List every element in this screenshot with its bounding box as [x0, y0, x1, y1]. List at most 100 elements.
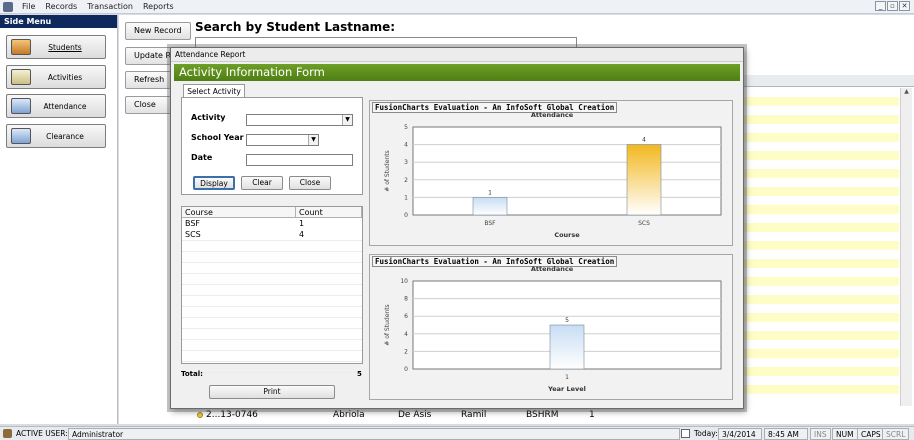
row-firstname: De Asis: [398, 410, 432, 420]
row-middle: Ramil: [461, 410, 487, 420]
row-course: BSHRM: [526, 410, 559, 420]
dialog-caption: Attendance Report: [171, 48, 743, 62]
data-label: 5: [565, 317, 569, 324]
table-cell-count: 1: [299, 219, 305, 228]
scrl-indicator: SCRL: [882, 428, 910, 440]
restore-button[interactable]: ▫: [887, 1, 898, 11]
y-tick-label: 0: [404, 366, 408, 373]
grid-row-stripe: [744, 97, 899, 106]
activity-label: Activity: [191, 113, 226, 122]
window-controls: _ ▫ ✕: [875, 1, 910, 11]
chart-title: Attendance: [530, 111, 574, 119]
table-row-line: [182, 350, 362, 351]
grid-scrollbar[interactable]: ▲: [900, 88, 912, 406]
form-title: Activity Information Form: [174, 64, 740, 81]
attendance-icon: [11, 98, 31, 114]
grid-row-stripe: [744, 151, 899, 160]
x-axis-label: Course: [554, 231, 580, 239]
clearance-icon: [11, 128, 31, 144]
menu-bar: File Records Transaction Reports _ ▫ ✕: [0, 0, 914, 14]
caps-indicator: CAPS: [857, 428, 885, 440]
sidebar-item-label: Attendance: [43, 101, 87, 111]
new-record-button[interactable]: New Record: [125, 22, 191, 40]
grid-row-stripe: [744, 331, 899, 340]
menu-file[interactable]: File: [17, 2, 40, 11]
calendar-icon: [681, 429, 690, 438]
clear-button[interactable]: Clear: [241, 176, 283, 190]
date-input[interactable]: [246, 154, 353, 166]
app-icon: [3, 1, 13, 12]
menu-reports[interactable]: Reports: [138, 2, 179, 11]
side-menu: Side Menu Students Activities Attendance…: [0, 15, 118, 424]
row-id: 2...13-0746: [206, 410, 258, 420]
close-window-button[interactable]: ✕: [899, 1, 910, 11]
grid-row-stripe: [744, 223, 899, 232]
chart-panel-course: 0 1 2 3 4 5 1 BSF 4 SCS Course # of Students Fusion…: [369, 100, 733, 246]
tab-select-activity[interactable]: Select Activity: [183, 84, 245, 98]
grid-row-stripe: [744, 277, 899, 286]
y-tick-label: 2: [404, 177, 408, 184]
table-row-line: [182, 372, 362, 373]
active-user-value: Administrator: [68, 428, 680, 440]
column-header-count[interactable]: Count: [296, 207, 362, 218]
chart-panel-year-level: 0 2 4 6 8 10 5 1 Year Level # of Students FusionC…: [369, 254, 733, 400]
scroll-up-icon[interactable]: ▲: [901, 88, 912, 95]
filter-panel: Activity ▼ School Year ▼ Date Display Cl…: [181, 97, 363, 195]
results-table[interactable]: Course Count BSF 1 SCS 4: [181, 206, 363, 373]
time-value: 8:45 AM: [764, 428, 808, 440]
grid-row-stripe: [744, 115, 899, 124]
user-icon: [3, 429, 12, 438]
y-tick-label: 10: [400, 278, 408, 285]
table-row[interactable]: 2...13-0746 Abriola De Asis Ramil BSHRM …: [197, 408, 797, 422]
grid-row-stripe: [744, 295, 899, 304]
sidebar-item-label: Activities: [47, 72, 83, 82]
search-title: Search by Student Lastname:: [195, 20, 396, 34]
grid-row-stripe: [744, 169, 899, 178]
y-tick-label: 8: [404, 296, 408, 303]
num-indicator: NUM: [832, 428, 858, 440]
menu-records[interactable]: Records: [40, 2, 82, 11]
column-header-course[interactable]: Course: [182, 207, 296, 218]
school-year-label: School Year: [191, 133, 244, 142]
y-tick-label: 3: [404, 159, 408, 166]
bar: [549, 324, 585, 370]
grid-row-stripe: [744, 349, 899, 358]
table-row-line: [182, 262, 362, 263]
sidebar-item-clearance[interactable]: Clearance: [6, 124, 106, 148]
total-value: 5: [357, 370, 362, 378]
attendance-report-dialog: Attendance Report Activity Information F…: [170, 47, 744, 409]
ins-indicator: INS: [810, 428, 831, 440]
chart-course-svg: 0 1 2 3 4 5 1 BSF 4 SCS Course # of Students: [384, 124, 722, 239]
sidebar-item-attendance[interactable]: Attendance: [6, 94, 106, 118]
chart-year-level-svg: 0 2 4 6 8 10 5 1 Year Level # of Students: [384, 278, 722, 393]
menu-transaction[interactable]: Transaction: [82, 2, 138, 11]
school-year-select[interactable]: ▼: [246, 134, 319, 146]
table-row-line: [182, 361, 362, 362]
table-row-line: [182, 295, 362, 296]
y-axis-label: # of Students: [384, 150, 391, 191]
row-year: 1: [589, 410, 595, 420]
print-button[interactable]: Print: [209, 385, 335, 399]
side-menu-title: Side Menu: [0, 15, 117, 28]
y-tick-label: 4: [404, 142, 408, 149]
activity-select[interactable]: ▼: [246, 114, 353, 126]
date-label: Date: [191, 153, 213, 162]
table-row-line: [182, 240, 362, 241]
table-cell-count: 4: [299, 230, 305, 239]
chevron-down-icon[interactable]: ▼: [308, 135, 318, 145]
today-label: Today:: [694, 429, 718, 438]
sidebar-item-students[interactable]: Students: [6, 35, 106, 59]
sidebar-item-label: Clearance: [46, 131, 84, 141]
students-icon: [11, 39, 31, 55]
grid-row-stripe: [744, 385, 899, 394]
y-tick-label: 6: [404, 313, 408, 320]
sidebar-item-activities[interactable]: Activities: [6, 65, 106, 89]
minimize-button[interactable]: _: [875, 1, 886, 11]
y-tick-label: 2: [404, 348, 408, 355]
total-label: Total:: [181, 370, 203, 378]
table-row-line: [182, 328, 362, 329]
display-button[interactable]: Display: [193, 176, 235, 190]
close-form-button[interactable]: Close: [289, 176, 331, 190]
chevron-down-icon[interactable]: ▼: [342, 115, 352, 125]
table-cell-course: BSF: [185, 219, 201, 228]
